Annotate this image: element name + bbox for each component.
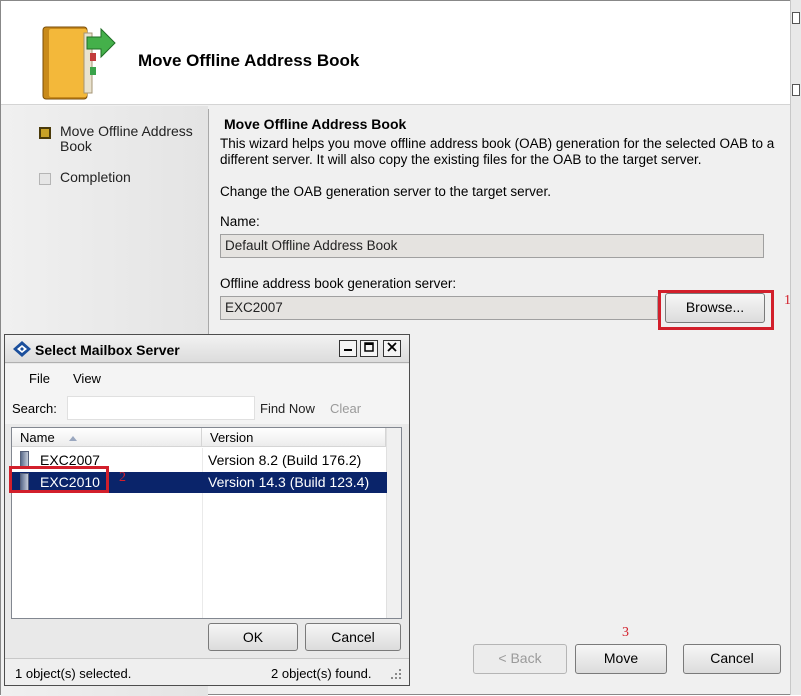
server-version: Version 8.2 (Build 176.2): [208, 452, 362, 468]
resize-grip-icon[interactable]: [389, 669, 403, 681]
background-window-control: [792, 84, 800, 96]
step-label: Completion: [60, 169, 131, 185]
oab-server-field[interactable]: EXC2007: [220, 296, 658, 320]
server-version: Version 14.3 (Build 123.4): [208, 474, 370, 490]
annotation-number-3: 3: [622, 625, 629, 640]
background-window-control: [792, 12, 800, 24]
step-label: Move Offline Address Book: [60, 123, 193, 154]
status-selected-count: 1 object(s) selected.: [15, 666, 132, 681]
step-active-icon: [39, 127, 51, 139]
exchange-server-icon: [13, 341, 31, 357]
clear-button[interactable]: Clear: [330, 401, 361, 416]
dialog-title: Select Mailbox Server: [35, 342, 180, 358]
step-inactive-icon: [39, 173, 51, 185]
server-list: Name Version EXC2007 Version 8.2 (Build …: [11, 427, 402, 619]
cancel-button[interactable]: Cancel: [683, 644, 781, 674]
name-label: Name:: [220, 214, 260, 229]
annotation-highlight-browse: [658, 290, 774, 330]
column-header-label: Name: [20, 430, 55, 445]
wizard-title: Move Offline Address Book: [138, 51, 360, 70]
list-scrollbar[interactable]: [386, 428, 401, 618]
sort-ascending-icon: [69, 436, 77, 441]
annotation-number-2: 2: [119, 470, 126, 485]
menu-file[interactable]: File: [29, 371, 50, 386]
maximize-button[interactable]: [360, 340, 378, 357]
page-title: Move Offline Address Book: [224, 116, 407, 132]
move-button[interactable]: Move: [575, 644, 667, 674]
address-book-icon: [42, 26, 116, 100]
close-button[interactable]: [383, 340, 401, 357]
dialog-titlebar[interactable]: Select Mailbox Server: [5, 335, 409, 363]
menu-view[interactable]: View: [73, 371, 101, 386]
server-label: Offline address book generation server:: [220, 276, 457, 291]
column-header-name[interactable]: Name: [12, 428, 202, 447]
background-window-edge: [790, 0, 801, 695]
search-bar: Search: Find Now Clear: [5, 394, 409, 424]
name-field[interactable]: Default Offline Address Book: [220, 234, 764, 258]
maximize-icon: [364, 342, 374, 352]
status-found-count: 2 object(s) found.: [271, 666, 372, 681]
minimize-icon: [344, 349, 352, 351]
back-button[interactable]: < Back: [473, 644, 567, 674]
minimize-button[interactable]: [339, 340, 357, 357]
find-now-button[interactable]: Find Now: [260, 401, 315, 416]
select-mailbox-server-dialog: Select Mailbox Server File View Search: …: [4, 334, 410, 686]
search-label: Search:: [12, 401, 57, 416]
search-input[interactable]: [67, 396, 255, 420]
wizard-header: Move Offline Address Book: [1, 1, 791, 105]
close-icon: [387, 342, 397, 352]
column-header-label: Version: [210, 430, 254, 445]
steps-divider: [208, 109, 209, 337]
dialog-statusbar: 1 object(s) selected. 2 object(s) found.: [5, 658, 409, 685]
page-description: This wizard helps you move offline addre…: [220, 136, 775, 167]
annotation-highlight-exc2010: [9, 466, 109, 493]
dialog-cancel-button[interactable]: Cancel: [305, 623, 401, 651]
column-header-version[interactable]: Version: [202, 428, 386, 447]
dialog-menubar: File View: [5, 364, 409, 394]
dialog-ok-button[interactable]: OK: [208, 623, 298, 651]
instruction-text: Change the OAB generation server to the …: [220, 184, 551, 199]
